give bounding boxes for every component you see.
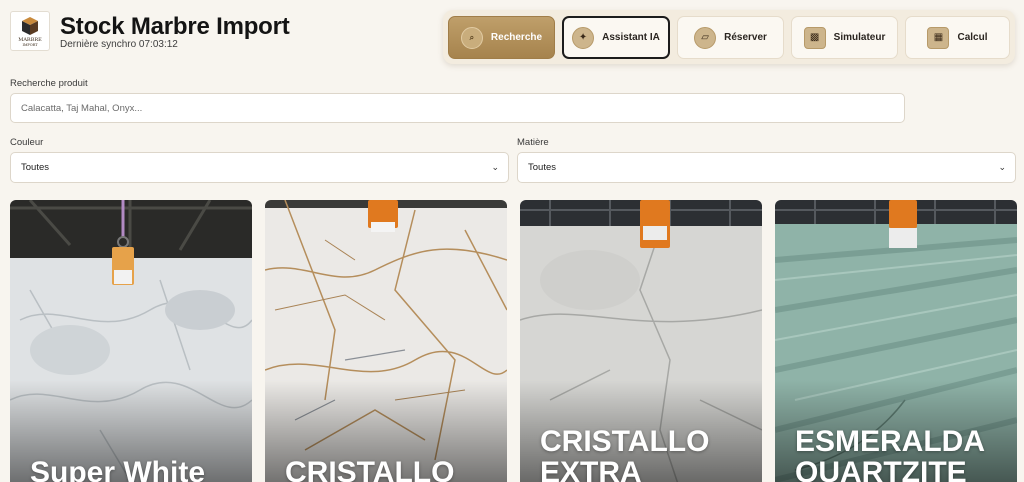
material-select[interactable]: Toutes ⌄	[517, 152, 1016, 183]
color-filter-label: Couleur	[10, 137, 44, 148]
sparkle-icon: ✦	[572, 26, 595, 49]
calc-button[interactable]: ▦ Calcul	[905, 16, 1010, 59]
calculator-icon: ▦	[927, 26, 950, 49]
product-name: Super White	[30, 456, 206, 482]
product-card[interactable]: CRISTALLO EXTRA	[520, 200, 762, 482]
simulator-button[interactable]: ▩ Simulateur	[791, 16, 898, 59]
color-select-value: Toutes	[21, 162, 49, 173]
brand-logo: MARBRE IMPORT	[10, 11, 50, 51]
simulator-label: Simulateur	[833, 32, 886, 43]
material-filter-label: Matière	[517, 137, 549, 148]
calc-label: Calcul	[957, 32, 988, 43]
search-label: Recherche produit	[10, 78, 88, 89]
product-search-input[interactable]: Calacatta, Taj Mahal, Onyx...	[10, 93, 905, 123]
product-card[interactable]: CRISTALLO	[265, 200, 507, 482]
search-tab-label: Recherche	[490, 32, 543, 43]
app-title: Stock Marbre Import	[60, 13, 290, 40]
search-icon: ⌕	[460, 26, 483, 49]
square-icon: ▩	[803, 26, 826, 49]
cube-logo-icon	[22, 16, 38, 35]
chevron-down-icon: ⌄	[491, 161, 499, 172]
ai-assistant-button[interactable]: ✦ Assistant IA	[562, 16, 670, 59]
reserve-button[interactable]: ▱ Réserver	[677, 16, 784, 59]
sync-status: Dernière synchro 07:03:12	[60, 39, 178, 50]
search-tab-button[interactable]: ⌕ Recherche	[448, 16, 555, 59]
chevron-down-icon: ⌄	[998, 161, 1006, 172]
ai-assistant-label: Assistant IA	[602, 32, 660, 43]
logo-subtext: IMPORT	[22, 42, 38, 47]
reserve-label: Réserver	[724, 32, 767, 43]
product-name: CRISTALLO	[285, 456, 455, 482]
product-card[interactable]: ESMERALDA QUARTZITE	[775, 200, 1017, 482]
product-name: ESMERALDA QUARTZITE	[795, 425, 984, 482]
material-select-value: Toutes	[528, 162, 556, 173]
product-card[interactable]: Super White	[10, 200, 252, 482]
search-placeholder: Calacatta, Taj Mahal, Onyx...	[21, 102, 143, 114]
tag-icon: ▱	[694, 26, 717, 49]
main-toolbar: ⌕ Recherche ✦ Assistant IA ▱ Réserver ▩ …	[443, 10, 1015, 64]
color-select[interactable]: Toutes ⌄	[10, 152, 509, 183]
product-name: CRISTALLO EXTRA	[540, 425, 710, 482]
